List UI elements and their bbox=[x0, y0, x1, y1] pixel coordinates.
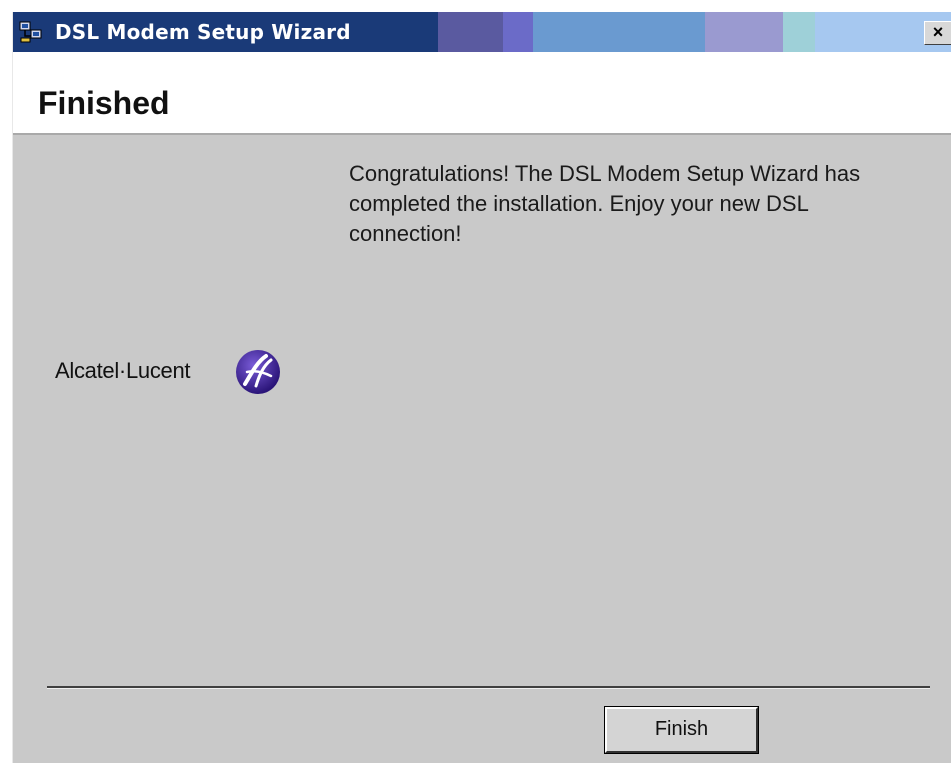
title-bar-band bbox=[533, 12, 705, 52]
title-bar-band bbox=[503, 12, 533, 52]
alcatel-lucent-logo-icon bbox=[236, 350, 280, 394]
finish-button[interactable]: Finish bbox=[604, 706, 759, 754]
page-title: Finished bbox=[38, 85, 170, 121]
alcatel-lucent-logo: Alcatel·Lucent bbox=[55, 348, 315, 394]
title-bar[interactable]: DSL Modem Setup Wizard × bbox=[13, 12, 951, 52]
logo-text: Alcatel·Lucent bbox=[55, 358, 191, 383]
title-bar-band bbox=[783, 12, 815, 52]
completion-message: Congratulations! The DSL Modem Setup Wiz… bbox=[349, 161, 861, 246]
wizard-header: Finished bbox=[13, 52, 951, 135]
window-title: DSL Modem Setup Wizard bbox=[55, 20, 351, 44]
network-computer-icon bbox=[19, 21, 42, 43]
title-bar-band bbox=[705, 12, 783, 52]
wizard-window: DSL Modem Setup Wizard × Finished Congra… bbox=[12, 12, 951, 763]
footer-divider bbox=[47, 686, 930, 689]
close-button[interactable]: × bbox=[924, 21, 951, 45]
